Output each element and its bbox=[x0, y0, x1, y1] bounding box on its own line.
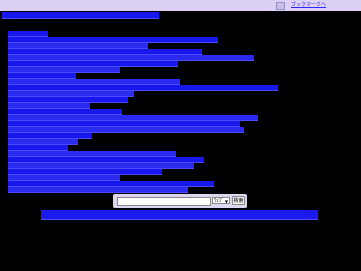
chevron-down-icon: ▼ bbox=[224, 199, 228, 204]
search-type-select[interactable]: ｳｪﾌﾞ ▼ bbox=[212, 197, 230, 204]
footer-link[interactable] bbox=[41, 210, 318, 220]
page-title-link[interactable] bbox=[2, 12, 159, 19]
list-item[interactable] bbox=[8, 187, 188, 193]
search-form: ｳｪﾌﾞ ▼ 検索 bbox=[113, 194, 247, 208]
search-button[interactable]: 検索 bbox=[232, 196, 245, 205]
link-list bbox=[0, 0, 361, 271]
search-type-label: ｳｪﾌﾞ bbox=[214, 198, 225, 204]
search-input[interactable] bbox=[117, 197, 211, 206]
